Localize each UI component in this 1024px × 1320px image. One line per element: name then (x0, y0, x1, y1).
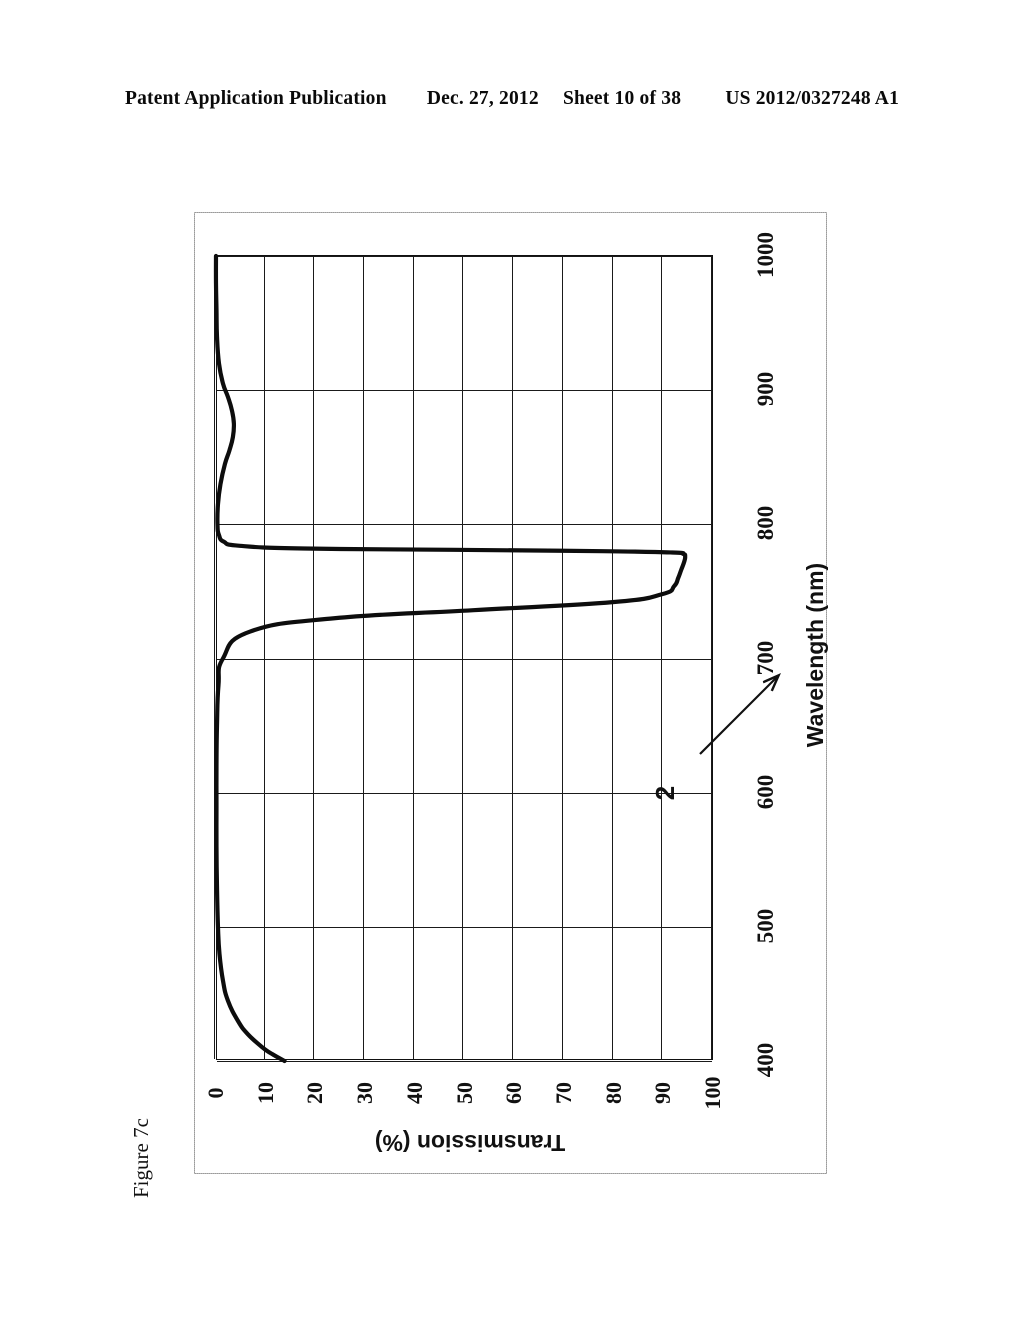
y-tick-100: 100 (700, 1076, 725, 1110)
y-tick-60: 60 (501, 1082, 527, 1104)
header-patent-number: US 2012/0327248 A1 (725, 88, 900, 109)
annotation-label-2: 2 (650, 785, 680, 801)
patent-header: Patent Application Publication Dec. 27, … (0, 88, 1024, 110)
figure-label: Figure 7c (129, 1118, 153, 1198)
y-tick-10: 10 (252, 1082, 278, 1104)
transmission-curve (213, 253, 688, 1064)
x-tick-1000: 1000 (753, 232, 778, 278)
y-tick-40: 40 (401, 1082, 427, 1104)
header-sheet: Sheet 10 of 38 (562, 88, 682, 109)
plot-area (213, 253, 713, 1064)
x-axis-title: Wavelength (nm) (802, 562, 828, 748)
x-tick-500: 500 (753, 908, 778, 944)
header-date: Dec. 27, 2012 (426, 88, 539, 109)
y-tick-80: 80 (600, 1082, 626, 1104)
x-tick-900: 900 (753, 371, 778, 407)
y-tick-90: 90 (650, 1082, 676, 1104)
y-tick-70: 70 (550, 1082, 576, 1104)
header-publication: Patent Application Publication (124, 88, 387, 109)
y-axis-title: Transmission (%) (374, 1130, 566, 1156)
annotation-leader-arrow (699, 650, 800, 755)
y-tick-20: 20 (302, 1082, 328, 1104)
chart-canvas (213, 253, 713, 1064)
y-tick-0: 0 (203, 1087, 228, 1099)
x-tick-800: 800 (753, 506, 778, 541)
x-tick-400: 400 (753, 1042, 778, 1078)
y-tick-30: 30 (352, 1082, 378, 1104)
y-tick-50: 50 (451, 1082, 477, 1104)
